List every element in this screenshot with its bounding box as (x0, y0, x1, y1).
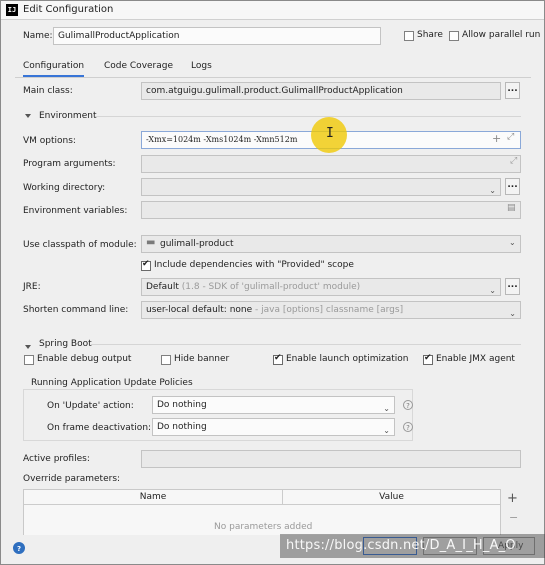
on-frame-deactivation-select[interactable]: Do nothing ⌄ (152, 418, 395, 436)
jre-select[interactable]: Default (1.8 - SDK of 'gulimall-product'… (141, 278, 501, 296)
tab-configuration[interactable]: Configuration (23, 57, 85, 77)
on-update-action-label: On 'Update' action: (47, 401, 134, 411)
tab-divider (15, 77, 531, 78)
program-arguments-input[interactable] (141, 155, 521, 173)
share-checkbox[interactable] (404, 31, 414, 41)
spring-boot-collapse-icon[interactable] (25, 345, 31, 349)
table-empty-text: No parameters added (214, 522, 313, 532)
allow-parallel-checkbox[interactable] (449, 31, 459, 41)
working-directory-label: Working directory: (23, 183, 106, 193)
help-icon[interactable]: ? (403, 400, 413, 410)
enable-jmx-agent-label: Enable JMX agent (436, 354, 515, 364)
include-dependencies-checkbox[interactable] (141, 259, 151, 271)
working-directory-browse-button[interactable]: ... (505, 178, 520, 195)
on-frame-deactivation-label: On frame deactivation: (47, 423, 152, 433)
shorten-value: user-local default: none (146, 305, 253, 315)
expand-plus-icon[interactable]: + (492, 132, 501, 145)
shorten-command-line-label: Shorten command line: (23, 305, 129, 315)
enable-launch-optimization-checkbox[interactable] (273, 353, 283, 365)
program-arguments-label: Program arguments: (23, 159, 116, 169)
override-parameters-table: Name Value No parameters added (23, 489, 501, 539)
active-profiles-input[interactable] (141, 450, 521, 468)
watermark-text: https://blog.csdn.net/D_A_I_H_A_O (286, 538, 516, 553)
help-icon[interactable]: ? (403, 422, 413, 432)
spring-boot-section-label: Spring Boot (39, 339, 92, 349)
shorten-hint: - java [options] classname [args] (255, 305, 404, 315)
environment-variables-input[interactable] (141, 201, 521, 219)
update-policies-label: Running Application Update Policies (31, 378, 193, 388)
enable-debug-output-label: Enable debug output (37, 354, 132, 364)
edit-configuration-dialog: IJ Edit Configuration Name: GulimallProd… (0, 0, 545, 565)
table-header-name: Name (24, 490, 283, 505)
chevron-down-icon[interactable]: ⌄ (509, 306, 516, 318)
help-icon[interactable]: ? (13, 542, 25, 554)
override-parameters-label: Override parameters: (23, 474, 121, 484)
name-label: Name: (23, 31, 53, 41)
classpath-label: Use classpath of module: (23, 240, 137, 250)
chevron-down-icon[interactable]: ⌄ (489, 183, 496, 195)
include-dependencies-label: Include dependencies with "Provided" sco… (154, 260, 354, 270)
spring-boot-divider (91, 344, 521, 345)
chevron-down-icon[interactable]: ⌄ (383, 423, 390, 435)
jre-value: Default (146, 282, 179, 292)
module-select[interactable]: gulimall-product (141, 235, 521, 253)
on-update-action-value: Do nothing (157, 400, 207, 410)
hide-banner-checkbox[interactable] (161, 355, 171, 365)
main-class-label: Main class: (23, 86, 73, 96)
allow-parallel-label: Allow parallel run (462, 30, 541, 40)
chevron-down-icon[interactable]: ⌄ (509, 238, 516, 247)
intellij-app-icon: IJ (6, 4, 18, 16)
text-cursor-icon: I (326, 126, 334, 141)
chevron-down-icon[interactable]: ⌄ (383, 401, 390, 413)
on-update-action-select[interactable]: Do nothing ⌄ (152, 396, 395, 414)
main-class-input[interactable]: com.atguigu.gulimall.product.GulimallPro… (141, 82, 501, 100)
environment-variables-label: Environment variables: (23, 206, 128, 216)
enable-jmx-agent-checkbox[interactable] (423, 353, 433, 365)
expand-field-icon[interactable]: ⤢ (510, 156, 517, 166)
main-class-browse-button[interactable]: ... (505, 82, 520, 99)
jre-hint: (1.8 - SDK of 'gulimall-product' module) (181, 282, 361, 292)
enable-launch-optimization-label: Enable launch optimization (286, 354, 409, 364)
jre-browse-button[interactable]: ... (505, 278, 520, 295)
shorten-command-line-select[interactable]: user-local default: none - java [options… (141, 301, 521, 319)
add-parameter-icon[interactable]: + (507, 491, 518, 506)
document-icon[interactable]: ▤ (507, 203, 516, 213)
hide-banner-label: Hide banner (174, 354, 230, 364)
title-bar: IJ Edit Configuration (1, 1, 544, 20)
working-directory-input[interactable]: ⌄ (141, 178, 501, 196)
remove-parameter-icon[interactable]: − (509, 511, 518, 524)
module-folder-icon: ▬ (146, 237, 156, 248)
window-title: Edit Configuration (23, 4, 114, 15)
tab-logs[interactable]: Logs (191, 57, 212, 75)
on-frame-deactivation-value: Do nothing (157, 422, 207, 432)
environment-divider (95, 116, 521, 117)
chevron-down-icon[interactable]: ⌄ (489, 283, 496, 295)
table-header-value: Value (283, 490, 500, 505)
share-label: Share (417, 30, 443, 40)
name-input[interactable]: GulimallProductApplication (53, 27, 381, 45)
vm-options-label: VM options: (23, 136, 76, 146)
enable-debug-output-checkbox[interactable] (24, 355, 34, 365)
environment-section-label: Environment (39, 111, 97, 121)
expand-field-icon[interactable]: ⤢ (507, 132, 514, 142)
environment-collapse-icon[interactable] (25, 114, 31, 118)
active-profiles-label: Active profiles: (23, 454, 90, 464)
jre-label: JRE: (23, 282, 41, 292)
tab-code-coverage[interactable]: Code Coverage (104, 57, 173, 75)
